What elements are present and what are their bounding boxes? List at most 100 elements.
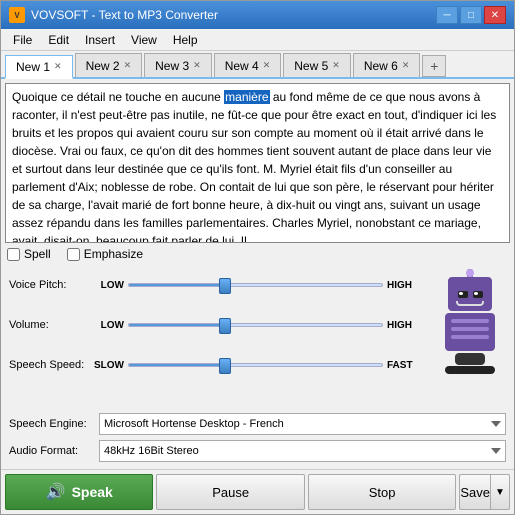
pause-button[interactable]: Pause (156, 474, 304, 510)
voice-pitch-thumb[interactable] (219, 278, 231, 294)
speech-engine-row: Speech Engine: Microsoft Hortense Deskto… (9, 412, 506, 436)
tab-new3[interactable]: New 3 ✕ (144, 53, 212, 77)
checkboxes-row: Spell Emphasize (5, 243, 510, 265)
speech-speed-thumb[interactable] (219, 358, 231, 374)
emphasize-checkbox[interactable] (67, 248, 80, 261)
voice-pitch-label: Voice Pitch: (9, 279, 89, 291)
volume-track[interactable] (128, 323, 383, 327)
tab-new2-close[interactable]: ✕ (124, 60, 132, 71)
volume-low: LOW (89, 320, 124, 331)
spell-checkbox-label[interactable]: Spell (7, 247, 51, 261)
tab-new6-close[interactable]: ✕ (402, 60, 410, 71)
save-arrow-icon: ▼ (495, 487, 505, 498)
speech-speed-row: Speech Speed: SLOW FAST (5, 345, 426, 385)
save-dropdown-button[interactable]: ▼ (490, 474, 510, 510)
minimize-button[interactable]: ─ (436, 6, 458, 24)
tab-new2[interactable]: New 2 ✕ (75, 53, 143, 77)
robot-stand (445, 366, 495, 374)
speech-speed-label: Speech Speed: (9, 359, 89, 371)
tab-new5[interactable]: New 5 ✕ (283, 53, 351, 77)
audio-format-row: Audio Format: 48kHz 16Bit Stereo (9, 439, 506, 463)
window-title: VOVSOFT - Text to MP3 Converter (31, 8, 436, 22)
tab-new3-close[interactable]: ✕ (193, 60, 201, 71)
tab-new4-label: New 4 (225, 59, 259, 73)
robot-line-3 (451, 335, 489, 339)
save-button[interactable]: Save (459, 474, 490, 510)
content-area: Quoique ce détail ne touche en aucune ma… (1, 79, 514, 469)
volume-label: Volume: (9, 319, 89, 331)
speech-engine-label: Speech Engine: (9, 418, 99, 430)
speech-speed-fast: FAST (387, 360, 422, 371)
voice-pitch-high: HIGH (387, 280, 422, 291)
volume-fill (129, 324, 225, 326)
tab-new5-label: New 5 (294, 59, 328, 73)
voice-pitch-row: Voice Pitch: LOW HIGH (5, 265, 426, 305)
window-controls: ─ □ ✕ (436, 6, 506, 24)
robot-line-2 (451, 327, 489, 331)
robot-image (430, 265, 510, 410)
app-icon: V (9, 7, 25, 23)
volume-thumb[interactable] (219, 318, 231, 334)
tab-new2-label: New 2 (86, 59, 120, 73)
robot-graphic (440, 273, 500, 374)
add-tab-button[interactable]: + (422, 55, 446, 77)
audio-format-label: Audio Format: (9, 445, 99, 457)
volume-row: Volume: LOW HIGH (5, 305, 426, 345)
robot-body-lines (451, 319, 489, 343)
save-group: Save ▼ (459, 474, 510, 510)
robot-head (448, 277, 492, 311)
speaker-icon: 🔊 (46, 482, 66, 502)
main-window: V VOVSOFT - Text to MP3 Converter ─ □ ✕ … (0, 0, 515, 515)
robot-body (445, 313, 495, 351)
emphasize-label: Emphasize (84, 247, 143, 261)
menu-edit[interactable]: Edit (40, 31, 77, 49)
menu-file[interactable]: File (5, 31, 40, 49)
highlighted-word: manière (224, 90, 269, 104)
title-bar: V VOVSOFT - Text to MP3 Converter ─ □ ✕ (1, 1, 514, 29)
volume-high: HIGH (387, 320, 422, 331)
robot-eye-right (473, 291, 483, 298)
sliders-panel: Voice Pitch: LOW HIGH Volume: LOW (5, 265, 426, 410)
tab-new1-close[interactable]: ✕ (54, 61, 62, 72)
spell-checkbox[interactable] (7, 248, 20, 261)
emphasize-checkbox-label[interactable]: Emphasize (67, 247, 143, 261)
close-button[interactable]: ✕ (484, 6, 506, 24)
dropdowns-section: Speech Engine: Microsoft Hortense Deskto… (5, 410, 510, 465)
stop-button[interactable]: Stop (308, 474, 456, 510)
tabs-bar: New 1 ✕ New 2 ✕ New 3 ✕ New 4 ✕ New 5 ✕ … (1, 51, 514, 79)
tab-new4-close[interactable]: ✕ (263, 60, 271, 71)
speech-speed-track[interactable] (128, 363, 383, 367)
robot-mouth (456, 301, 484, 306)
speech-speed-fill (129, 364, 225, 366)
text-before-highlight: Quoique ce détail ne touche en aucune (12, 90, 224, 104)
spell-label: Spell (24, 247, 51, 261)
tab-new5-close[interactable]: ✕ (332, 60, 340, 71)
voice-pitch-low: LOW (89, 280, 124, 291)
menu-bar: File Edit Insert View Help (1, 29, 514, 51)
bottom-buttons: 🔊 Speak Pause Stop Save ▼ (1, 469, 514, 514)
controls-section: Voice Pitch: LOW HIGH Volume: LOW (5, 265, 510, 410)
tab-new3-label: New 3 (155, 59, 189, 73)
menu-help[interactable]: Help (165, 31, 206, 49)
speak-label: Speak (72, 484, 113, 500)
robot-antenna (467, 269, 473, 277)
voice-pitch-fill (129, 284, 225, 286)
tab-new6-label: New 6 (364, 59, 398, 73)
audio-format-select[interactable]: 48kHz 16Bit Stereo (99, 440, 506, 462)
tab-new4[interactable]: New 4 ✕ (214, 53, 282, 77)
tab-new1[interactable]: New 1 ✕ (5, 55, 73, 79)
speak-button[interactable]: 🔊 Speak (5, 474, 153, 510)
menu-view[interactable]: View (123, 31, 165, 49)
speech-engine-select[interactable]: Microsoft Hortense Desktop - French (99, 413, 506, 435)
text-rest: Vrai ou faux, ce qu'on dit des hommes ti… (12, 144, 494, 243)
robot-base (455, 353, 485, 365)
tab-new6[interactable]: New 6 ✕ (353, 53, 421, 77)
maximize-button[interactable]: □ (460, 6, 482, 24)
robot-line-1 (451, 319, 489, 323)
speech-speed-slow: SLOW (89, 360, 124, 371)
robot-eye-left (458, 291, 468, 298)
menu-insert[interactable]: Insert (77, 31, 123, 49)
text-editor[interactable]: Quoique ce détail ne touche en aucune ma… (5, 83, 510, 243)
voice-pitch-track[interactable] (128, 283, 383, 287)
tab-new1-label: New 1 (16, 60, 50, 74)
